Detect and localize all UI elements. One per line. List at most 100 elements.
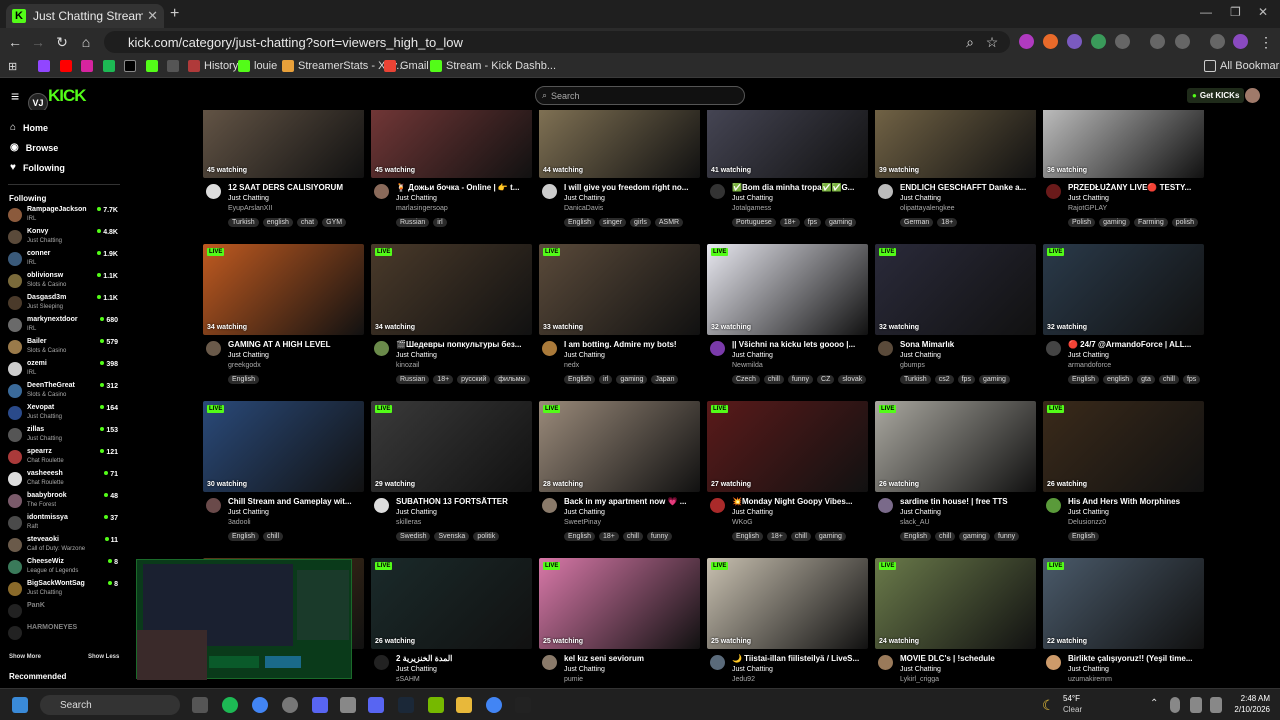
browser-tab[interactable]: K Just Chatting Streaming - Live ✕ (6, 4, 164, 28)
stream-title[interactable]: kel kız seni seviorum (564, 654, 702, 663)
stream-tag[interactable]: funny (994, 532, 1020, 541)
streamer-name[interactable]: skilleras (396, 519, 421, 526)
stream-tag[interactable]: English (564, 218, 595, 227)
kick-icon[interactable] (146, 60, 158, 72)
stream-thumbnail[interactable]: LIVE 25 watching (539, 558, 700, 649)
stream-category[interactable]: Just Chatting (564, 352, 605, 359)
stream-tag[interactable]: chill (763, 375, 784, 384)
stream-thumbnail[interactable]: LIVE 32 watching (1043, 244, 1204, 335)
x-icon[interactable] (124, 60, 136, 72)
streamer-name[interactable]: slack_AU (900, 519, 930, 526)
streamer-name[interactable]: olipattayalengkee (900, 205, 955, 212)
stream-tag[interactable]: politik (473, 532, 500, 541)
stream-title[interactable]: 🎬Шедевры попкультуры без... (396, 340, 534, 349)
stream-title[interactable]: PRZEDŁUŻANY LIVE🔴 TESTY... (1068, 183, 1206, 192)
streamer-avatar[interactable] (1046, 655, 1061, 670)
bookmark-kick-dashboard[interactable]: Stream - Kick Dashb... (430, 60, 556, 72)
stream-thumbnail[interactable]: 44 watching (539, 110, 700, 178)
streamer-name[interactable]: RajotGPLAY (1068, 205, 1107, 212)
streamer-avatar[interactable] (878, 498, 893, 513)
stream-tag[interactable]: English (1068, 375, 1099, 384)
streamer-name[interactable]: WKoG (732, 519, 753, 526)
stream-tag[interactable]: English (228, 375, 259, 384)
stream-title[interactable]: 🍹 Дожьи бочка - Online | 👉 t... (396, 183, 534, 192)
stream-tag[interactable]: Turkish (228, 218, 259, 227)
hamburger-menu-icon[interactable]: ≡ (11, 88, 19, 104)
stream-thumbnail[interactable]: LIVE 32 watching (875, 244, 1036, 335)
task-view-icon[interactable] (192, 697, 208, 713)
stream-category[interactable]: Just Chatting (228, 352, 269, 359)
streamer-name[interactable]: Jedu92 (732, 676, 755, 683)
stream-tag[interactable]: gta (1137, 375, 1155, 384)
stream-tag[interactable]: Russian (396, 375, 430, 384)
stream-category[interactable]: Just Chatting (732, 666, 773, 673)
streamer-avatar[interactable] (1046, 498, 1061, 513)
epic-games-icon[interactable] (515, 697, 531, 713)
steam-icon[interactable] (398, 697, 414, 713)
tab-search-icon[interactable] (1150, 34, 1165, 49)
new-tab-icon[interactable]: + (170, 5, 179, 23)
twitch-icon[interactable] (38, 60, 50, 72)
stream-title[interactable]: 12 SAAT DERS CALISIYORUM (228, 183, 366, 192)
stream-category[interactable]: Just Chatting (732, 352, 773, 359)
streamer-name[interactable]: armandoforce (1068, 362, 1111, 369)
stream-tag[interactable]: 18+ (779, 218, 800, 227)
stream-tag[interactable]: gaming (814, 532, 846, 541)
stream-thumbnail[interactable]: LIVE 22 watching (1043, 558, 1204, 649)
stream-thumbnail[interactable]: LIVE 32 watching (707, 244, 868, 335)
stream-tag[interactable]: English (732, 532, 763, 541)
streamer-avatar[interactable] (374, 341, 389, 356)
stream-thumbnail[interactable]: LIVE 33 watching (539, 244, 700, 335)
bookmark-louie[interactable]: louie (238, 60, 277, 72)
stream-thumbnail[interactable]: LIVE 28 watching (539, 401, 700, 492)
stream-tag[interactable]: Swedish (396, 532, 431, 541)
stream-title[interactable]: GAMING AT A HIGH LEVEL (228, 340, 366, 349)
kick-logo[interactable]: KICK (48, 86, 87, 106)
stream-title[interactable]: ✅Bom dia minha tropa✅✅G... (732, 183, 870, 192)
stream-thumbnail[interactable]: 45 watching (203, 110, 364, 178)
stream-tag[interactable]: chill (622, 532, 643, 541)
stream-title[interactable]: ENDLICH GESCHAFFT Danke a... (900, 183, 1038, 192)
stream-category[interactable]: Just Chatting (396, 509, 437, 516)
streamer-avatar[interactable] (374, 498, 389, 513)
stream-tag[interactable]: singer (598, 218, 627, 227)
streamer-avatar[interactable] (1046, 341, 1061, 356)
stream-thumbnail[interactable]: LIVE 30 watching (203, 401, 364, 492)
stream-title[interactable]: 💥Monday Night Goopy Vibes... (732, 497, 870, 506)
stream-category[interactable]: Just Chatting (732, 195, 773, 202)
spotify-icon[interactable] (103, 60, 115, 72)
maximize-icon[interactable]: ❐ (1230, 5, 1241, 19)
windows-start-icon[interactable] (12, 697, 28, 713)
network-icon[interactable] (1190, 697, 1202, 713)
game-icon[interactable] (368, 697, 384, 713)
stream-tag[interactable]: fps (1182, 375, 1201, 384)
profile-avatar[interactable] (1233, 34, 1248, 49)
streamer-name[interactable]: 3adooli (228, 519, 251, 526)
stream-tag[interactable]: gaming (978, 375, 1010, 384)
reading-list-icon[interactable] (1210, 34, 1225, 49)
streamer-avatar[interactable] (710, 498, 725, 513)
stream-tag[interactable]: chill (790, 532, 811, 541)
streamer-name[interactable]: nedx (564, 362, 579, 369)
search-input[interactable]: ⌕ Search (535, 86, 745, 105)
nvidia-icon[interactable] (428, 697, 444, 713)
streamer-name[interactable]: marlasingersoap (396, 205, 448, 212)
close-tab-icon[interactable]: ✕ (147, 8, 158, 24)
stream-tag[interactable]: polish (1171, 218, 1199, 227)
stream-tag[interactable]: Czech (732, 375, 760, 384)
stream-tag[interactable]: English (564, 532, 595, 541)
stream-tag[interactable]: chill (934, 532, 956, 541)
settings-icon[interactable] (340, 697, 356, 713)
user-avatar[interactable] (1245, 88, 1260, 103)
stream-thumbnail[interactable]: LIVE 34 watching (203, 244, 364, 335)
spotify-icon[interactable] (222, 697, 238, 713)
tray-chevron-icon[interactable]: ⌃ (1150, 698, 1158, 709)
stream-tag[interactable]: english (1102, 375, 1134, 384)
get-kicks-button[interactable]: ● Get KICKs (1187, 88, 1245, 103)
stream-tag[interactable]: Farming (1134, 218, 1168, 227)
stream-thumbnail[interactable]: 45 watching (371, 110, 532, 178)
stream-tag[interactable]: chill (1158, 375, 1179, 384)
stream-tag[interactable]: gaming (616, 375, 648, 384)
stream-thumbnail[interactable]: 41 watching (707, 110, 868, 178)
extension-icon[interactable] (1019, 34, 1034, 49)
